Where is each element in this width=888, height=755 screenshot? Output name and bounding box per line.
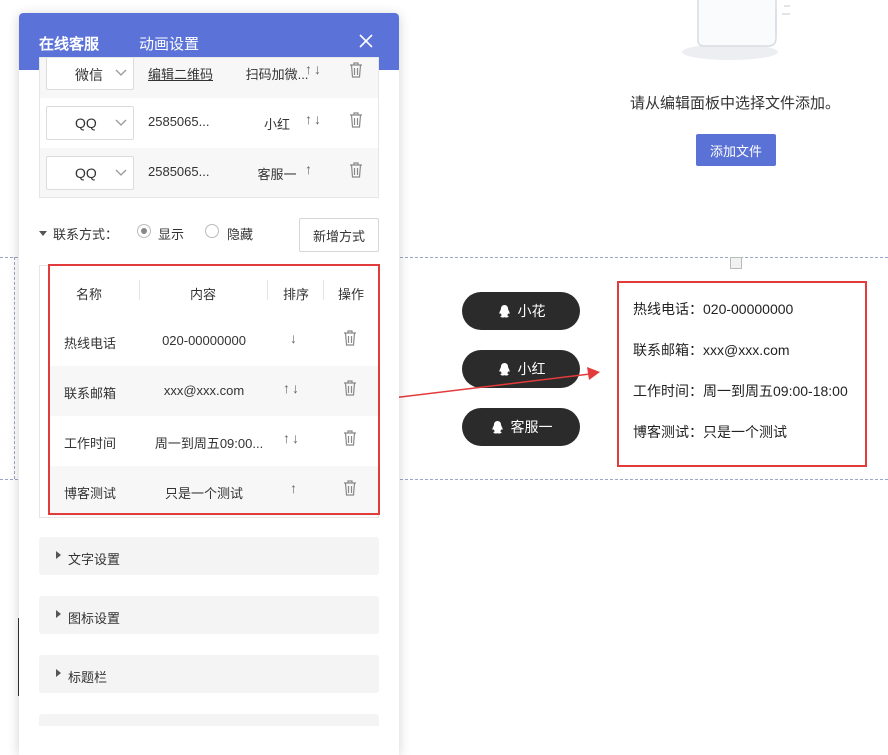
service-row: QQ 2585065... 客服一 ↑	[40, 148, 378, 197]
service-type-select[interactable]: 微信	[46, 58, 134, 90]
add-file-button[interactable]: 添加文件	[696, 134, 776, 166]
caret-right-icon	[56, 610, 61, 618]
info-line-email: 联系邮箱：xxx@xxx.com	[633, 342, 790, 358]
service-name: 小红	[263, 117, 290, 132]
section-title-bar[interactable]: 标题栏	[39, 655, 379, 693]
sort-arrows-icon[interactable]: ↑	[305, 161, 314, 177]
hide-radio-label[interactable]: 隐藏	[227, 224, 253, 243]
service-account: 2585065...	[148, 114, 210, 129]
service-pill-3[interactable]: 客服一	[462, 408, 580, 446]
chevron-down-icon	[115, 119, 127, 126]
show-radio[interactable]	[137, 224, 151, 238]
qq-icon	[498, 362, 510, 375]
add-method-button[interactable]: 新增方式	[299, 218, 379, 252]
pill-label: 小红	[517, 361, 546, 377]
contact-method-row: 联系方式： 显示 隐藏 新增方式	[39, 218, 379, 254]
close-icon[interactable]	[357, 32, 375, 50]
service-pill-2[interactable]: 小红	[462, 350, 580, 388]
qq-icon	[498, 304, 510, 317]
pill-label: 客服一	[510, 419, 553, 435]
service-list: 微信 编辑二维码 扫码加微... ↑↓ QQ 2585065... 小红 ↑↓	[39, 57, 379, 198]
customer-service-panel: 在线客服 动画设置 微信 编辑二维码 扫码加微... ↑↓ QQ 2585065…	[19, 13, 399, 755]
service-name: 客服一	[257, 167, 297, 182]
service-row: 微信 编辑二维码 扫码加微... ↑↓	[40, 58, 378, 98]
caret-right-icon	[56, 551, 61, 559]
hide-radio[interactable]	[205, 224, 219, 238]
section-label: 图标设置	[68, 611, 121, 626]
service-account: 2585065...	[148, 164, 210, 179]
chevron-down-icon	[115, 169, 127, 176]
section-next[interactable]	[39, 714, 379, 726]
empty-state-text: 请从编辑面板中选择文件添加。	[629, 95, 840, 112]
select-value: 微信	[75, 67, 103, 83]
service-type-select[interactable]: QQ	[46, 156, 134, 190]
caret-down-icon[interactable]	[39, 231, 47, 236]
trash-icon[interactable]	[348, 111, 364, 129]
info-line-worktime: 工作时间：周一到周五09:00-18:00	[633, 383, 848, 399]
select-value: QQ	[75, 115, 97, 131]
tab-online-service[interactable]: 在线客服	[39, 33, 99, 54]
select-value: QQ	[75, 165, 97, 181]
edit-qrcode-link[interactable]: 编辑二维码	[148, 64, 213, 83]
chevron-down-icon	[115, 69, 127, 76]
info-line-hotline: 热线电话：020-00000000	[633, 301, 794, 317]
module-outline-left	[14, 257, 15, 479]
service-pill-1[interactable]: 小花	[462, 292, 580, 330]
tab-animation-settings[interactable]: 动画设置	[139, 33, 199, 54]
pill-label: 小花	[517, 303, 546, 319]
module-handle-icon[interactable]	[730, 257, 742, 269]
trash-icon[interactable]	[348, 61, 364, 79]
sort-arrows-icon[interactable]: ↑↓	[305, 111, 323, 127]
trash-icon[interactable]	[348, 161, 364, 179]
section-icon-settings[interactable]: 图标设置	[39, 596, 379, 634]
contact-method-label: 联系方式：	[53, 227, 119, 242]
editor-canvas: 请从编辑面板中选择文件添加。 添加文件 小花 小红 客服一 热线电话：020-0…	[0, 0, 888, 755]
service-type-select[interactable]: QQ	[46, 106, 134, 140]
caret-right-icon	[56, 669, 61, 677]
service-name: 扫码加微...	[245, 67, 309, 82]
contact-info-box: 热线电话：020-00000000 联系邮箱：xxx@xxx.com 工作时间：…	[617, 281, 867, 467]
empty-file-illustration-icon	[682, 0, 790, 60]
info-line-blog: 博客测试：只是一个测试	[633, 424, 787, 440]
section-text-settings[interactable]: 文字设置	[39, 537, 379, 575]
qq-icon	[491, 420, 503, 433]
sort-arrows-icon[interactable]: ↑↓	[305, 61, 323, 77]
section-label: 标题栏	[68, 670, 108, 685]
table-highlight-frame	[48, 264, 380, 515]
service-row: QQ 2585065... 小红 ↑↓	[40, 98, 378, 148]
show-radio-label[interactable]: 显示	[158, 224, 184, 243]
section-label: 文字设置	[68, 552, 121, 567]
